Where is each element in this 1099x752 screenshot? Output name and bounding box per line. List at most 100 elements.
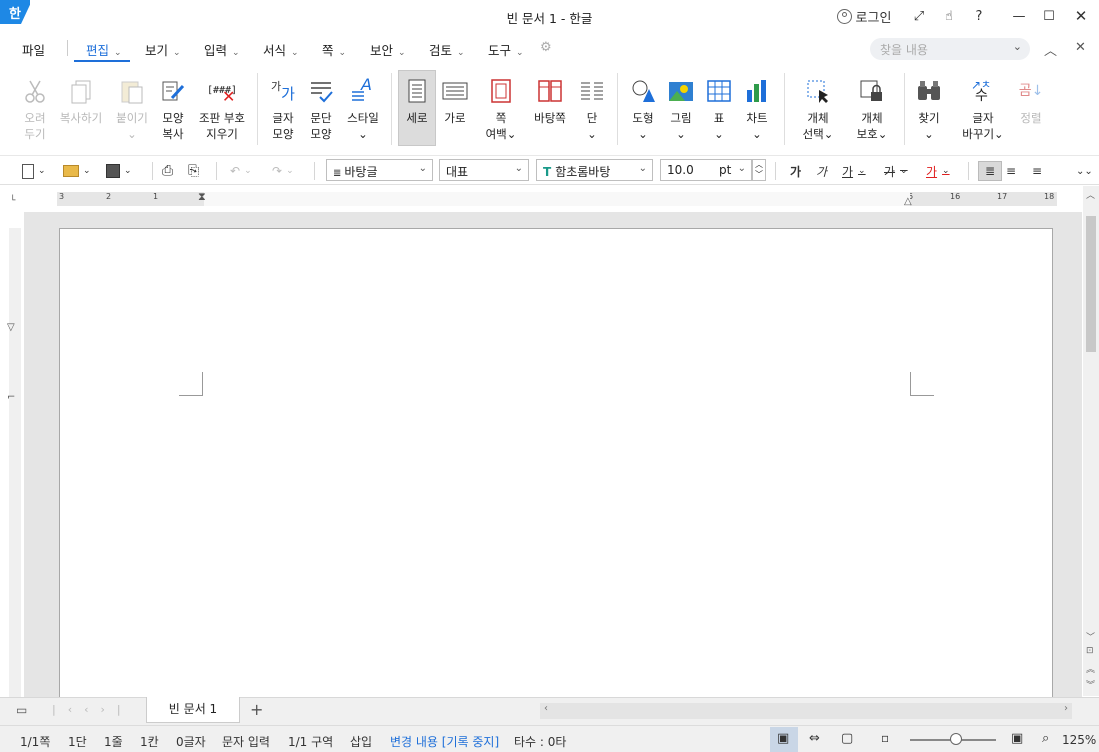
menu-review[interactable]: 검토 ⌄	[429, 40, 465, 59]
find-button[interactable]: 찾기 ⌄	[912, 71, 946, 142]
menu-page[interactable]: 쪽 ⌄	[322, 40, 346, 59]
style-select[interactable]: ≣ 바탕글 ⌄	[326, 159, 433, 181]
paste-button[interactable]: 붙이기 ⌄	[112, 71, 152, 142]
status-input-mode[interactable]: 문자 입력	[222, 733, 270, 750]
login-button[interactable]: 로그인	[834, 4, 894, 28]
align-left-button[interactable]: ≡	[1006, 161, 1016, 181]
vertical-ruler[interactable]	[9, 228, 21, 698]
zoom-slider-knob[interactable]	[950, 733, 962, 745]
align-center-button[interactable]: ≡	[1032, 161, 1042, 181]
font-size-spinner[interactable]: ︿ ﹀	[752, 159, 766, 181]
vertical-ruler-marker[interactable]: ⌐	[7, 392, 15, 403]
font-color-button[interactable]: 가 ⌄	[926, 161, 950, 181]
language-select[interactable]: 대표 ⌄	[439, 159, 529, 181]
maximize-button[interactable]: ☐	[1038, 4, 1060, 28]
chevron-down-icon: ⌄	[858, 166, 866, 176]
protect-object-button[interactable]: 개체 보호⌄	[852, 71, 892, 142]
title-bar: 한 빈 문서 1 - 한글 로그인 ⤢ ☝ ? — ☐ ✕	[0, 0, 1099, 32]
addon-icon[interactable]: ⚙	[540, 40, 552, 55]
menu-insert[interactable]: 입력 ⌄	[204, 40, 240, 59]
clear-marks-button[interactable]: [###] ✕ 조판 부호 지우기	[194, 71, 250, 142]
redo-button[interactable]: ↷ ⌄	[272, 161, 294, 181]
chart-button[interactable]: 차트 ⌄	[740, 71, 774, 142]
save-button[interactable]: ⌄	[106, 161, 132, 181]
help-icon[interactable]: ?	[968, 4, 990, 28]
align-center-icon: ≡	[1032, 164, 1043, 178]
tab-type-icon[interactable]: └	[10, 196, 15, 206]
vertical-scroll-thumb[interactable]	[1086, 216, 1096, 352]
menu-format[interactable]: 서식 ⌄	[263, 40, 299, 59]
table-button[interactable]: 표 ⌄	[702, 71, 736, 142]
columns-button[interactable]: 단 ⌄	[576, 71, 608, 142]
more-tools-icon[interactable]: ⌄⌄	[1076, 161, 1093, 181]
chevron-down-icon: ⌄	[114, 48, 122, 58]
para-shape-button[interactable]: 문단 모양	[304, 71, 338, 142]
italic-button[interactable]: 가	[816, 161, 827, 181]
char-shape-button[interactable]: 가가 글자 모양	[266, 71, 300, 142]
new-doc-button[interactable]: ⌄	[22, 161, 46, 181]
select-object-button[interactable]: 개체 선택⌄	[798, 71, 838, 142]
underline-button[interactable]: 가 ⌄	[842, 161, 866, 181]
cut-button[interactable]: 오려 두기	[16, 71, 54, 142]
status-track-changes[interactable]: 변경 내용 [기록 중지]	[390, 733, 499, 750]
menu-tools[interactable]: 도구 ⌄	[488, 40, 524, 59]
landscape-button[interactable]: 가로	[438, 71, 472, 126]
vertical-ruler-marker[interactable]: ▽	[7, 322, 15, 333]
picture-button[interactable]: 그림 ⌄	[664, 71, 698, 142]
tab-nav-icons[interactable]: |‹‹›|	[52, 703, 133, 716]
style-button[interactable]: A 스타일 ⌄	[342, 71, 384, 142]
page-view-icon[interactable]: ▣	[777, 731, 789, 746]
find-search-input[interactable]: 찾을 내용 ⌄	[870, 38, 1030, 60]
magnifier-icon[interactable]: ⌕	[1042, 731, 1049, 746]
replace-button[interactable]: ↗ ㅊ 수 글자 바꾸기⌄	[960, 71, 1006, 142]
sort-button[interactable]: 곰 ↓ 정렬	[1014, 71, 1048, 126]
chevron-down-icon: ⌄	[291, 48, 299, 58]
bookmark-icon[interactable]: ▭	[16, 703, 27, 717]
horizontal-scrollbar[interactable]: ‹ ›	[540, 703, 1072, 719]
menu-security[interactable]: 보안 ⌄	[370, 40, 406, 59]
status-page[interactable]: 1/1쪽	[20, 733, 50, 750]
strikethrough-button[interactable]: 가 ⌄	[884, 161, 908, 181]
right-indent-marker[interactable]: △	[904, 196, 912, 207]
status-insert-mode[interactable]: 삽입	[350, 733, 372, 750]
format-copy-button[interactable]: 모양 복사	[156, 71, 190, 142]
touch-mode-icon[interactable]: ☝	[938, 4, 960, 28]
fullscreen-icon[interactable]: ⤢	[908, 4, 930, 28]
menu-edit[interactable]: 편집 ⌄	[86, 40, 122, 59]
menu-file[interactable]: 파일	[22, 40, 45, 59]
chevron-down-icon: ⌄	[286, 166, 294, 176]
sort-icon: 곰 ↓	[1018, 83, 1044, 99]
open-button[interactable]: ⌄	[63, 161, 91, 181]
menu-divider	[67, 40, 68, 56]
font-size-input[interactable]: 10.0 pt ⌄	[660, 159, 752, 181]
undo-button[interactable]: ↶ ⌄	[230, 161, 252, 181]
zoom-level[interactable]: 125%	[1062, 733, 1096, 747]
print-preview-button[interactable]: ⎘	[188, 161, 199, 181]
add-tab-button[interactable]: +	[250, 700, 263, 719]
zoom-out-icon[interactable]: ▫	[881, 731, 889, 745]
margins-button[interactable]: 쪽 여백⌄	[480, 71, 522, 142]
left-indent-marker[interactable]: ⧗	[198, 190, 206, 204]
copy-button[interactable]: 복사하기	[56, 71, 106, 126]
close-ribbon-icon[interactable]: ✕	[1075, 40, 1086, 55]
fit-page-icon[interactable]: ▢	[841, 731, 853, 746]
print-button[interactable]: ⎙	[162, 161, 173, 181]
bold-button[interactable]: 가	[790, 161, 801, 181]
shape-button[interactable]: 도형 ⌄	[626, 71, 660, 142]
menu-view[interactable]: 보기 ⌄	[145, 40, 181, 59]
shape-icon	[629, 77, 657, 105]
document-tab[interactable]: 빈 문서 1	[146, 697, 240, 723]
font-select[interactable]: T 함초롬바탕 ⌄	[536, 159, 653, 181]
zoom-in-icon[interactable]: ▣	[1011, 731, 1023, 746]
format-toolbar: ⌄ ⌄ ⌄ ⎙ ⎘ ↶ ⌄ ↷ ⌄ ≣ 바탕글 ⌄ 대표 ⌄ T 함초롬바탕 ⌄ 10.0 pt…	[0, 155, 1099, 185]
minimize-button[interactable]: —	[1008, 4, 1030, 28]
master-page-button[interactable]: 바탕쪽	[530, 71, 570, 126]
portrait-button[interactable]: 세로	[398, 71, 436, 126]
justify-button[interactable]: ≣	[978, 161, 1002, 181]
document-workspace[interactable]	[24, 212, 1082, 697]
document-page[interactable]	[59, 228, 1053, 697]
close-button[interactable]: ✕	[1068, 4, 1094, 28]
fit-width-icon[interactable]: ⇔	[809, 731, 820, 746]
collapse-ribbon-icon[interactable]: ︿	[1044, 40, 1057, 59]
replace-icon: ↗ ㅊ 수	[971, 78, 992, 104]
